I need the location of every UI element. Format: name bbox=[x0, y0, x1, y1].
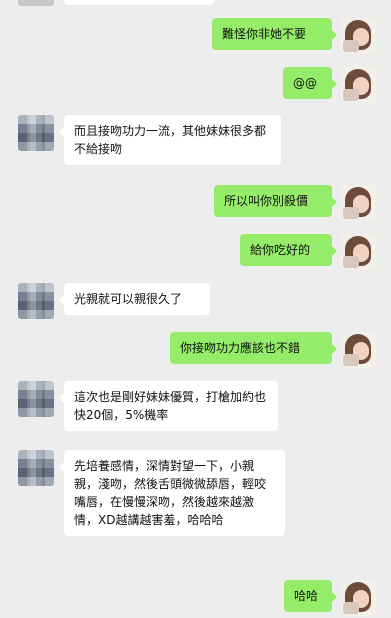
message-bubble-right[interactable]: @@ bbox=[283, 67, 337, 99]
message-bubble-right[interactable]: 你接吻功力應該也不錯 bbox=[170, 332, 337, 364]
avatar-me[interactable] bbox=[341, 18, 377, 54]
avatar-me[interactable] bbox=[341, 234, 377, 270]
message-bubble-left[interactable]: 先培養感情，深情對望一下，小親親，淺吻，然後舌頭微微舔唇，輕咬嘴唇，在慢慢深吻，… bbox=[59, 450, 285, 536]
avatar-contact[interactable] bbox=[18, 283, 54, 319]
avatar-me[interactable] bbox=[341, 332, 377, 368]
message-bubble-left[interactable]: 而且接吻功力一流，其他妹妹很多都不給接吻 bbox=[59, 115, 281, 165]
message-bubble-right[interactable]: 所以叫你別殺價 bbox=[214, 185, 337, 217]
message-bubble-left[interactable]: 光親就可以親很久了 bbox=[59, 283, 210, 315]
chat-top-stub-bubble bbox=[64, 0, 214, 5]
avatar-contact[interactable] bbox=[18, 381, 54, 417]
avatar-me[interactable] bbox=[341, 67, 377, 103]
message-bubble-left[interactable]: 這次也是剛好妹妹優質，打槍加約也快20個，5%機率 bbox=[59, 381, 278, 431]
message-bubble-right[interactable]: 給你吃好的 bbox=[240, 234, 337, 266]
avatar-me[interactable] bbox=[341, 185, 377, 221]
message-bubble-right[interactable]: 難怪你非她不要 bbox=[212, 18, 337, 50]
avatar-me[interactable] bbox=[341, 580, 377, 616]
avatar-contact[interactable] bbox=[18, 115, 54, 151]
message-bubble-right[interactable]: 哈哈 bbox=[284, 580, 337, 612]
chat-top-stub-avatar bbox=[18, 0, 54, 6]
avatar-contact[interactable] bbox=[18, 450, 54, 486]
